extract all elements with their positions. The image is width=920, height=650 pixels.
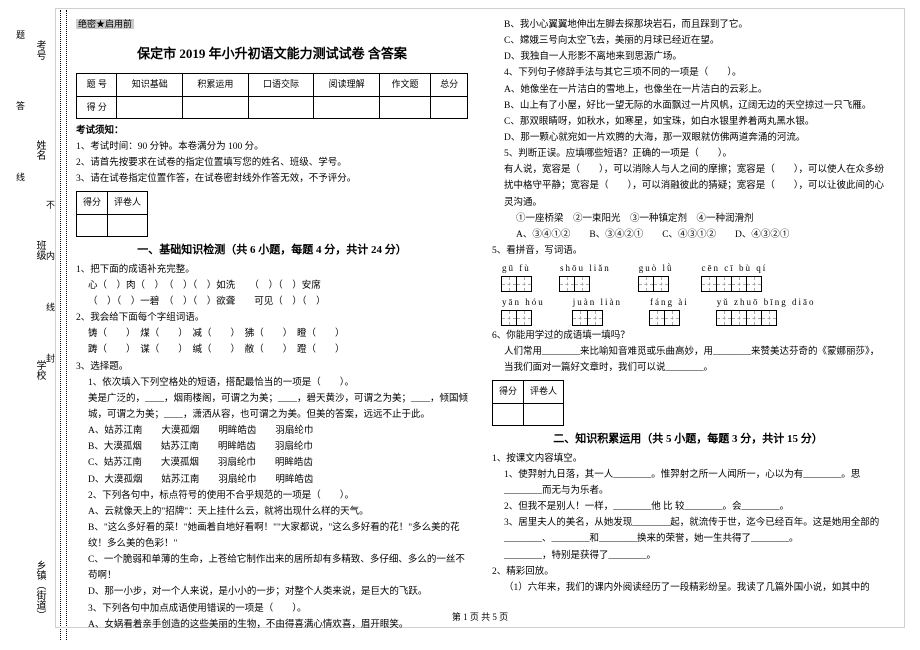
margin-label-school: 学校 [32,360,47,380]
q3p3-b: B、我小心翼翼地伸出左脚去探那块岩石，而且踩到了它。 [492,17,884,33]
q1-line2: （ ）（ ）一碧 （ ）（ ）欲聋 可见（ ）（ ） [76,294,468,310]
column-right: B、我小心翼翼地伸出左脚去探那块岩石，而且踩到了它。 C、嫦娥三号向太空飞去，美… [492,17,884,619]
sb-blank[interactable] [493,403,524,425]
margin-note: 题 答 线 [14,30,27,212]
sb-blank[interactable] [77,214,108,236]
score-table: 题 号 知识基础 积累运用 口语交际 阅读理解 作文题 总分 得 分 [76,73,468,119]
sb-grader: 评卷人 [524,381,564,403]
notice-2: 2、请首先按要求在试卷的指定位置填写您的姓名、班级、学号。 [76,155,468,171]
sb-grader: 评卷人 [108,192,148,214]
q3p1-stem: 1、依次填入下列空格处的短语，搭配最恰当的一项是（ ）。 [76,375,468,391]
exam-title: 保定市 2019 年小升初语文能力测试试卷 含答案 [76,43,468,65]
q4-stem: 4、下列句子修辞手法与其它三项不同的一项是（ ）。 [492,65,884,81]
page-frame: 绝密★启用前 保定市 2019 年小升初语文能力测试试卷 含答案 题 号 知识基… [55,8,905,628]
s2q1-stem: 1、按课文内容填空。 [492,451,884,467]
py-2: shōu liǎn [560,261,611,276]
th-4: 阅读理解 [314,74,380,96]
py-3: guò lǜ [639,261,674,276]
binding-margin: 题 答 线 不 内 线 封 考号 姓名 班级 学校 乡镇（街道） [0,0,55,650]
cell-blank[interactable] [314,96,380,118]
q4-c: C、那双眼睛呀，如秋水，如寒星，如宝珠，如白水银里养着两丸黑水银。 [492,114,884,130]
q7-stem: 6、你能用学过的成语填一填吗？ [492,328,884,344]
pinyin-row-2: yān hóu juàn liàn fáng ài yǔ zhuō bīng d… [502,295,884,326]
py-6: juàn liàn [573,295,622,310]
section-1-title: 一、基础知识检测（共 6 小题，每题 4 分，共计 24 分） [76,241,468,260]
s2q2-l1: （1）六年来，我们的课内外阅读经历了一段精彩纷呈。我读了几篇外国小说，如其中的 [492,580,884,596]
q3p1-d: D、大漠孤烟 姑苏江南 羽扇纶巾 明眸皓齿 [76,472,468,488]
cell-blank[interactable] [248,96,314,118]
q3p2-a: A、云就像天上的"招牌"：天上挂什么云，就将出现什么样的天气。 [76,504,468,520]
q7-text: 人们常用________来比喻知音难觅或乐曲高妙，用________来赞美达芬奇… [492,344,884,376]
s2q2-stem: 2、精彩回放。 [492,564,884,580]
q2-stem: 2、我会给下面每个字组词语。 [76,310,468,326]
sb-blank[interactable] [108,214,148,236]
scorebox-1: 得分评卷人 [76,191,148,237]
q3p1-b: B、大漠孤烟 姑苏江南 明眸皓齿 羽扇纶巾 [76,439,468,455]
q5-opts: A、③④①② B、③④②① C、④③①② D、④③②① [492,227,884,243]
th-2: 积累运用 [183,74,249,96]
margin-label-name: 姓名 [32,140,47,160]
column-left: 绝密★启用前 保定市 2019 年小升初语文能力测试试卷 含答案 题 号 知识基… [76,17,468,619]
sb-score: 得分 [77,192,108,214]
q5-text: 有人说，宽容是（ ），可以消除人与人之间的摩擦；宽容是（ ），可以使人在众多纷扰… [492,162,884,210]
q3p2-d: D、那一小步，对一个人来说，是小小的一步；对整个人类来说，是巨大的飞跃。 [76,584,468,600]
q5-stem: 5、判断正误。应填哪些短语？正确的一项是（ ）。 [492,146,884,162]
q3p2-b: B、"这么多好看的菜！"她画着自地好看啊！""大家都说，"这么多好看的花！"多么… [76,520,468,552]
cell-blank[interactable] [379,96,430,118]
q3p2-c: C、一个脆弱和单薄的生命，上苍给它制作出来的居所却有多精致、多仔细、多么的一丝不… [76,552,468,584]
s2q1-l3: 3、居里夫人的美名，从她发现________起，就流传于世，迄今已经百年。这是她… [492,515,884,547]
py-7: fáng ài [650,295,689,310]
s2q1-l2: 2、但我不是别人！一样，________他 比 较________。会_____… [492,499,884,515]
notice-3: 3、请在试卷指定位置作答，在试卷密封线外作答无效，不予评分。 [76,171,468,187]
q1-line1: 心（ ）肉（ ） （ ）（ ）如洗 （ ）（ ）安席 [76,278,468,294]
q3p1-c: C、姑苏江南 大漠孤烟 羽扇纶巾 明眸皓齿 [76,455,468,471]
q3p1-text: 美是广泛的，____，烟雨楼阁，可谓之为美；____，碧天黄沙，可谓之为美；__… [76,391,468,423]
q3p3-c: C、嫦娥三号向太空飞去，美丽的月球已经近在望。 [492,33,884,49]
th-6: 总分 [431,74,468,96]
section-2-title: 二、知识积累运用（共 5 小题，每题 3 分，共计 15 分） [492,430,884,449]
sb-score: 得分 [493,381,524,403]
cell-blank[interactable] [117,96,183,118]
th-5: 作文题 [379,74,430,96]
q3p1-a: A、姑苏江南 大漠孤烟 明眸皓齿 羽扇纶巾 [76,423,468,439]
secret-tag: 绝密★启用前 [76,19,134,29]
pinyin-row-1: gū fù shōu liǎn guò lǜ cēn cī bù qí [502,261,884,292]
q2-line2: 踌（ ） 谋（ ） 缄（ ） 敝（ ） 蹬（ ） [76,342,468,358]
notice-1: 1、考试时间：90 分钟。本卷满分为 100 分。 [76,139,468,155]
margin-label-id: 考号 [32,40,47,60]
py-1: gū fù [502,261,532,276]
row-score: 得 分 [77,96,117,118]
q6-stem: 5、看拼音，写词语。 [492,243,884,259]
q1-stem: 1、把下面的成语补充完整。 [76,262,468,278]
py-8: yǔ zhuō bīng diāo [717,295,816,310]
q3-stem: 3、选择题。 [76,359,468,375]
q2-line1: 铸（ ） 煤（ ） 减（ ） 狒（ ） 瞪（ ） [76,326,468,342]
th-1: 知识基础 [117,74,183,96]
sb-blank[interactable] [524,403,564,425]
th-num: 题 号 [77,74,117,96]
q4-b: B、山上有了小屋，好比一望无际的水面飘过一片风帆，辽阔无边的天空掠过一只飞雁。 [492,98,884,114]
s2q1-l4: ________，特别是获得了________。 [492,548,884,564]
q4-d: D、那一颗心就宛如一片欢腾的大海，那一双眼就仿佛两道奔涌的河流。 [492,130,884,146]
page-footer: 第 1 页 共 5 页 [56,610,904,623]
margin-label-town: 乡镇（街道） [32,560,47,620]
margin-label-class: 班级 [32,240,47,260]
cell-blank[interactable] [183,96,249,118]
q4-a: A、她像坐在一片洁白的雪地上，也像坐在一片洁白的云彩上。 [492,82,884,98]
q5-choices: ①一座桥梁 ②一束阳光 ③一种镇定剂 ④一种润滑剂 [492,211,884,227]
s2q1-l1: 1、使羿射九日落，其一人________。惟羿射之所一人闻所一，心以为有____… [492,467,884,499]
py-4: cēn cī bù qí [702,261,768,276]
q3p2-stem: 2、下列各句中，标点符号的使用不合乎规范的一项是（ ）。 [76,488,468,504]
q3p3-d: D、我独自一人形影不离地来到思源广场。 [492,49,884,65]
cell-blank[interactable] [431,96,468,118]
scorebox-2: 得分评卷人 [492,380,564,426]
notice-head: 考试须知： [76,123,468,139]
py-5: yān hóu [502,295,545,310]
th-3: 口语交际 [248,74,314,96]
